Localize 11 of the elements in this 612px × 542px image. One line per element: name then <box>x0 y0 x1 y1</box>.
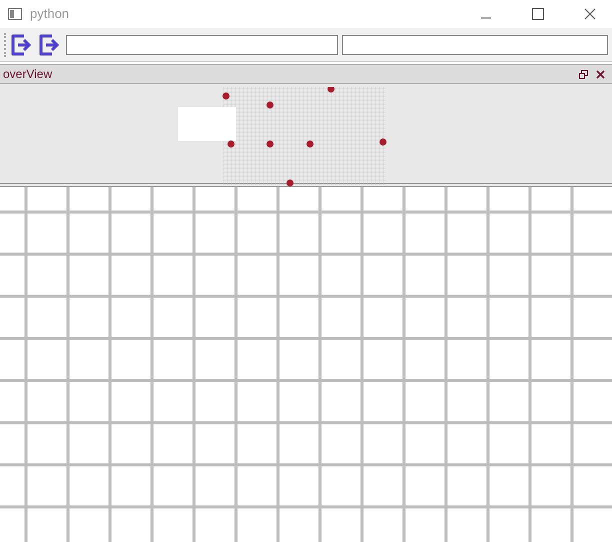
maximize-icon[interactable] <box>532 8 544 20</box>
close-icon[interactable] <box>596 70 605 78</box>
exit-icon[interactable] <box>10 32 34 56</box>
panel-title: overView <box>3 66 54 83</box>
input-field[interactable] <box>66 34 338 54</box>
input-field[interactable] <box>342 34 608 54</box>
float-icon[interactable] <box>579 70 588 78</box>
window-title: python <box>30 5 70 24</box>
app-icon <box>8 8 22 20</box>
close-icon[interactable] <box>584 8 596 20</box>
exit-icon[interactable] <box>38 32 62 56</box>
